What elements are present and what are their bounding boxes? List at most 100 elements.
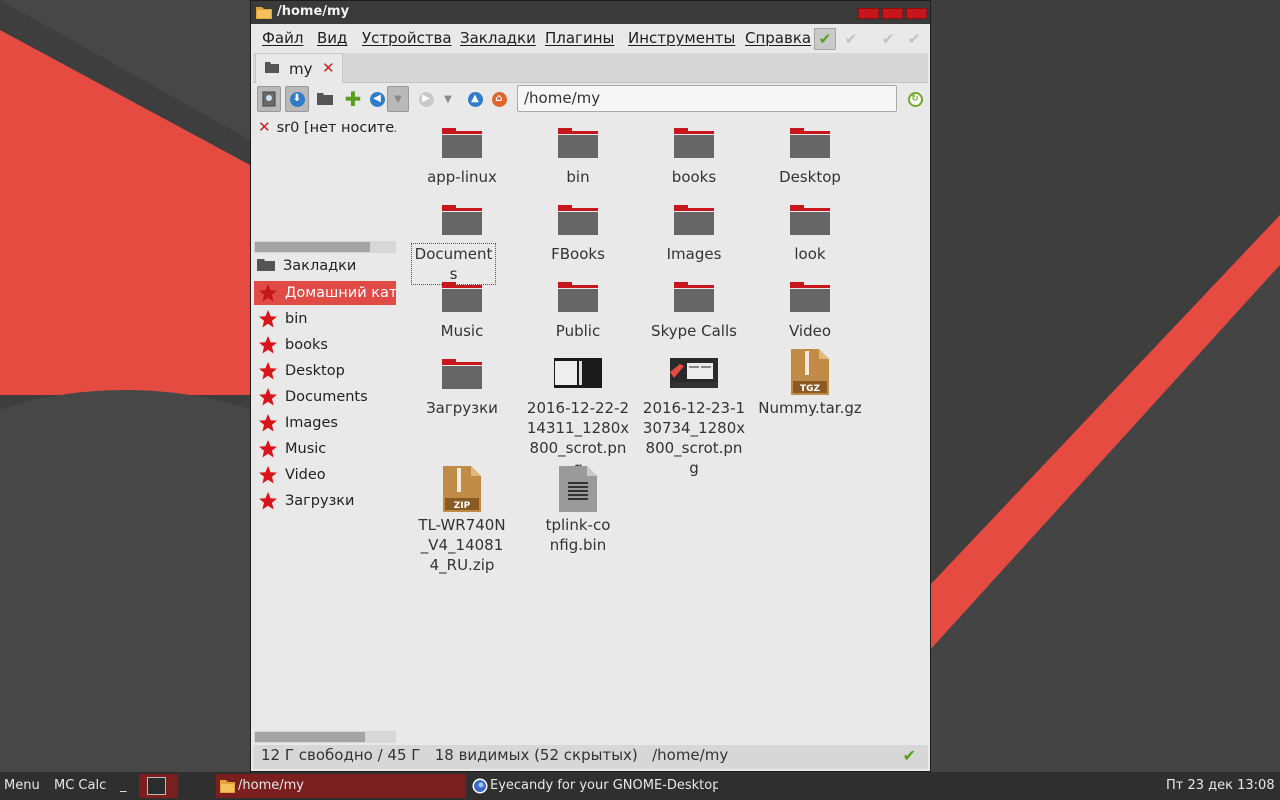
folder-icon [674,128,714,158]
check-icon[interactable]: ✔ [877,28,899,50]
menu-view[interactable]: Вид [317,29,347,47]
forward-history-dropdown[interactable]: ▼ [437,86,459,112]
bookmark-label: bin [285,311,308,327]
bookmark-item-downloads[interactable]: Загрузки [254,489,396,513]
file-item[interactable]: app-linux [409,123,515,193]
folder-icon [257,259,275,271]
task-browser[interactable]: Eyecandy for your GNOME-Desktop - [468,774,718,798]
taskbar: Menu MC Calc _ /home/my Eyecandy for you… [0,772,1280,800]
file-item[interactable]: 2016-12-22-214311_1280x800_scrot.png [525,354,631,477]
launcher-mc-calc[interactable]: MC Calc [54,778,106,793]
bookmark-item-video[interactable]: Video [254,463,396,487]
clock[interactable]: Пт 23 дек 13:08 [1166,778,1275,793]
folder-icon [558,205,598,235]
star-icon [259,310,277,328]
file-name: books [671,168,717,186]
bookmark-label: Загрузки [285,493,355,509]
bookmark-item-books[interactable]: books [254,333,396,357]
browser-globe-icon [472,778,488,794]
file-name: tplink-config.bin [545,516,611,554]
title-bar[interactable]: /home/my [251,1,930,24]
menu-help[interactable]: Справка [745,29,811,47]
menu-bookmarks[interactable]: Закладки [460,29,536,47]
image-thumbnail-icon [670,358,718,388]
devices-scrollbar[interactable] [254,241,396,253]
file-item[interactable]: ZIP TL-WR740N_V4_140814_RU.zip [409,465,515,580]
tab-home-my[interactable]: my ✕ [255,53,343,83]
add-button[interactable]: ✚ [341,86,365,112]
check-icon[interactable]: ✔ [903,28,925,50]
path-input[interactable]: /home/my [517,85,897,112]
status-text: 12 Г свободно / 45 Г 18 видимых (52 скры… [261,746,729,764]
reload-button[interactable]: ↻ [903,86,927,112]
menu-bar: Файл Вид Устройства Закладки Плагины Инс… [253,24,928,53]
up-button[interactable]: ▲ [463,86,487,112]
check-icon: ✔ [902,746,916,765]
bookmark-item-home[interactable]: Домашний каталог [254,281,396,305]
check-icon[interactable]: ✔ [840,28,862,50]
forward-button[interactable]: ▶ [414,86,438,112]
file-name: FBooks [551,245,605,263]
launcher-underscore[interactable]: _ [120,778,127,793]
file-item[interactable]: Public [525,277,631,347]
file-item[interactable]: Images [641,200,747,270]
file-item[interactable]: Music [409,277,515,347]
device-item[interactable]: ✕ sr0 [нет носителя] [258,118,396,136]
file-item[interactable]: Загрузки [409,354,515,424]
menu-file[interactable]: Файл [262,29,303,47]
download-button[interactable]: ⬇ [285,86,309,112]
folder-icon [674,205,714,235]
close-tab-icon[interactable]: ✕ [322,59,335,77]
task-file-manager[interactable]: /home/my [216,774,466,798]
chevron-down-icon: ▼ [444,93,452,105]
close-button[interactable] [906,8,927,19]
file-item[interactable]: Skype Calls [641,277,747,347]
file-name: TL-WR740N_V4_140814_RU.zip [418,516,506,574]
file-item[interactable]: books [641,123,747,193]
bookmark-item-music[interactable]: Music [254,437,396,461]
file-item[interactable]: FBooks [525,200,631,270]
device-label: sr0 [нет носителя] [276,120,396,136]
star-icon [259,284,277,302]
bookmark-label: Images [285,415,338,431]
eject-x-icon: ✕ [258,118,271,136]
check-icon[interactable]: ✔ [814,28,836,50]
bookmarks-scrollbar[interactable] [254,731,396,743]
menu-devices[interactable]: Устройства [362,29,452,47]
task-label: /home/my [238,778,304,793]
file-item[interactable]: Video [757,277,863,347]
back-history-dropdown[interactable]: ▼ [387,86,409,112]
star-icon [259,362,277,380]
file-item[interactable]: 2016-12-23-130734_1280x800_scrot.png [641,354,747,477]
file-item[interactable]: Documents [409,200,515,285]
bookmark-item-images[interactable]: Images [254,411,396,435]
star-icon [259,440,277,458]
new-folder-button[interactable] [313,86,337,112]
file-item[interactable]: Desktop [757,123,863,193]
file-icon-view: app-linux bin books Desktop Documents FB… [409,115,927,741]
file-name: app-linux [427,168,497,186]
back-button[interactable]: ◀ [365,86,389,112]
home-button[interactable]: ⌂ [487,86,511,112]
bookmarks-header-label: Закладки [283,258,357,274]
menu-plugins[interactable]: Плагины [545,29,614,47]
maximize-button[interactable] [882,8,903,19]
folder-icon [220,780,235,793]
bookmark-item-documents[interactable]: Documents [254,385,396,409]
menu-tools[interactable]: Инструменты [628,29,735,47]
start-menu-button[interactable]: Menu [4,778,40,793]
minimize-button[interactable] [858,8,879,19]
file-item[interactable]: TGZ Nummy.tar.gz [757,348,863,424]
workspace-switcher[interactable] [139,774,178,798]
file-item[interactable]: tplink-config.bin [525,465,631,560]
file-item[interactable]: look [757,200,863,270]
bookmark-item-bin[interactable]: bin [254,307,396,331]
star-icon [259,414,277,432]
folder-icon [558,128,598,158]
toggle-panel-button[interactable] [257,86,281,112]
file-item[interactable]: bin [525,123,631,193]
file-name: Загрузки [426,399,498,417]
file-name: Public [555,322,601,340]
bookmark-item-desktop[interactable]: Desktop [254,359,396,383]
folder-icon [558,282,598,312]
